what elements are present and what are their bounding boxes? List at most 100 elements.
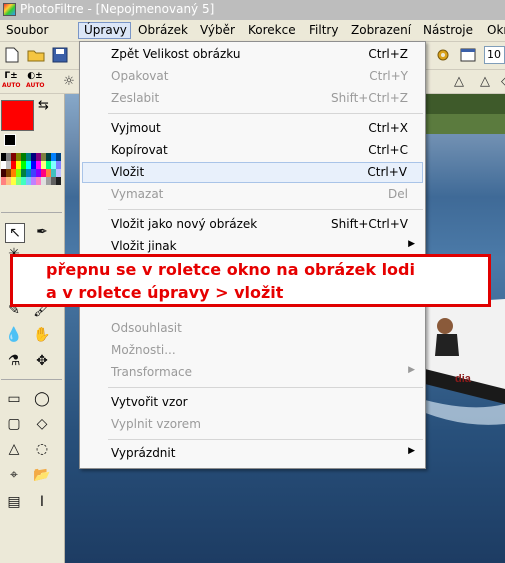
brightness-icon[interactable]: ☼ bbox=[59, 71, 79, 91]
lasso-icon[interactable]: ◌ bbox=[33, 440, 51, 458]
submenu-arrow-icon: ▶ bbox=[408, 239, 415, 249]
window-icon[interactable] bbox=[458, 45, 478, 65]
menu-item-label: Odsouhlasit bbox=[111, 321, 182, 335]
menu-item-label: Zpět Velikost obrázku bbox=[111, 47, 241, 61]
select-all-icon[interactable]: ▤ bbox=[5, 493, 23, 511]
menu-item-label: Vyjmout bbox=[111, 121, 161, 135]
palette-divider bbox=[1, 212, 62, 213]
rectangle-select-icon[interactable]: ▭ bbox=[5, 390, 23, 408]
menu-bar: Soubor Úpravy Obrázek Výběr Korekce Filt… bbox=[0, 20, 505, 42]
menu-item-shortcut: Ctrl+Y bbox=[369, 69, 408, 83]
menu-item-label: Vyprázdnit bbox=[111, 446, 176, 460]
menu-item-purge[interactable]: Vyprázdnit ▶ bbox=[82, 443, 423, 464]
gear-icon[interactable] bbox=[433, 45, 453, 65]
annotation-line-1: přepnu se v roletce okno na obrázek lodi bbox=[46, 260, 415, 279]
save-icon[interactable] bbox=[50, 45, 70, 65]
menu-separator bbox=[108, 209, 423, 210]
menu-item-cut[interactable]: Vyjmout Ctrl+X bbox=[82, 118, 423, 139]
menu-item-label: Možnosti... bbox=[111, 343, 176, 357]
menu-item-shortcut: Ctrl+Z bbox=[368, 47, 408, 61]
polygon-icon[interactable]: ⌖ bbox=[5, 466, 23, 484]
auto-label-2: AUTO bbox=[26, 82, 45, 89]
menu-separator bbox=[108, 387, 423, 388]
eyedropper-icon[interactable]: ✒ bbox=[33, 223, 51, 241]
menu-nastroje[interactable]: Nástroje bbox=[418, 22, 478, 39]
color-swatch[interactable] bbox=[56, 161, 61, 169]
pointer-tool-icon[interactable]: ↖ bbox=[5, 223, 25, 243]
app-icon bbox=[3, 3, 16, 16]
menu-item-label: Vyplnit vzorem bbox=[111, 417, 201, 431]
blur-icon[interactable]: ◇ bbox=[496, 71, 505, 91]
foreground-color[interactable] bbox=[1, 100, 34, 131]
open-folder-icon[interactable] bbox=[26, 45, 46, 65]
text-cursor-icon[interactable]: Ⅰ bbox=[33, 493, 51, 511]
stamp-icon[interactable]: ⚗ bbox=[5, 352, 23, 370]
menu-soubor[interactable]: Soubor bbox=[1, 22, 53, 39]
drop-icon[interactable]: △ bbox=[475, 71, 495, 91]
menu-item-shortcut: Ctrl+V bbox=[367, 165, 407, 179]
sharpen-icon[interactable]: △ bbox=[449, 71, 469, 91]
menu-item-shortcut: Ctrl+X bbox=[368, 121, 408, 135]
menu-item-paste[interactable]: Vložit Ctrl+V bbox=[82, 162, 423, 183]
menu-item-shortcut: Ctrl+C bbox=[368, 143, 408, 157]
menu-item-define-pattern[interactable]: Vytvořit vzor bbox=[82, 392, 423, 413]
color-swatch[interactable] bbox=[56, 169, 61, 177]
menu-item-options: Možnosti... bbox=[82, 340, 423, 361]
boat-brand-text: dia bbox=[455, 373, 472, 385]
triangle-icon[interactable]: △ bbox=[5, 440, 23, 458]
menu-obrazek[interactable]: Obrázek bbox=[133, 22, 193, 39]
annotation-box: přepnu se v roletce okno na obrázek lodi… bbox=[10, 254, 491, 307]
menu-item-transform: Transformace ▶ bbox=[82, 362, 423, 383]
move-icon[interactable]: ✥ bbox=[33, 352, 51, 370]
tool-palette: ⇆ ↖ ✒ ✳ ✎ 🖌 💧 ✋ ⚗ ✥ ▭ ◯ ▢ ◇ △ ◌ ⌖ 📂 ▤ Ⅰ bbox=[0, 94, 65, 563]
menu-item-undo[interactable]: Zpět Velikost obrázku Ctrl+Z bbox=[82, 44, 423, 65]
menu-separator bbox=[108, 113, 423, 114]
menu-item-validate: Odsouhlasit bbox=[82, 318, 423, 339]
title-bar: PhotoFiltre - [Nepojmenovaný 5] bbox=[0, 0, 505, 20]
menu-item-shortcut: Shift+Ctrl+Z bbox=[331, 91, 408, 105]
auto-label-1: AUTO bbox=[2, 82, 21, 89]
open-shape-icon[interactable]: 📂 bbox=[33, 466, 51, 484]
menu-okno[interactable]: Okr bbox=[482, 22, 505, 39]
auto-contrast-button[interactable]: ◐± AUTO bbox=[26, 72, 45, 91]
menu-item-fill-pattern: Vyplnit vzorem bbox=[82, 414, 423, 435]
blur-drop-icon[interactable]: 💧 bbox=[5, 326, 23, 344]
default-colors-icon[interactable] bbox=[4, 134, 16, 146]
menu-item-label: Vložit jako nový obrázek bbox=[111, 217, 258, 231]
menu-vyber[interactable]: Výběr bbox=[195, 22, 240, 39]
menu-separator bbox=[108, 439, 423, 440]
rounded-rect-icon[interactable]: ▢ bbox=[5, 415, 23, 433]
color-swatch[interactable] bbox=[56, 177, 61, 185]
menu-item-label: Opakovat bbox=[111, 69, 169, 83]
menu-filtry[interactable]: Filtry bbox=[304, 22, 343, 39]
menu-korekce[interactable]: Korekce bbox=[243, 22, 301, 39]
menu-item-redo: Opakovat Ctrl+Y bbox=[82, 66, 423, 87]
menu-item-fade: Zeslabit Shift+Ctrl+Z bbox=[82, 88, 423, 109]
menu-upravy[interactable]: Úpravy bbox=[78, 22, 131, 39]
swap-colors-icon[interactable]: ⇆ bbox=[38, 98, 49, 113]
annotation-line-2: a v roletce úpravy > vložit bbox=[46, 283, 284, 302]
auto-levels-button[interactable]: Γ± AUTO bbox=[2, 72, 21, 91]
finger-icon[interactable]: ✋ bbox=[33, 326, 51, 344]
menu-item-label: Zeslabit bbox=[111, 91, 160, 105]
ellipse-select-icon[interactable]: ◯ bbox=[33, 390, 51, 408]
menu-item-label: Vložit jinak bbox=[111, 239, 177, 253]
menu-item-copy[interactable]: Kopírovat Ctrl+C bbox=[82, 140, 423, 161]
submenu-arrow-icon: ▶ bbox=[408, 365, 415, 375]
menu-item-label: Vymazat bbox=[111, 187, 164, 201]
color-swatch[interactable] bbox=[56, 153, 61, 161]
new-file-icon[interactable] bbox=[2, 45, 22, 65]
diamond-icon[interactable]: ◇ bbox=[33, 415, 51, 433]
window-title: PhotoFiltre - [Nepojmenovaný 5] bbox=[20, 2, 215, 16]
menu-item-shortcut: Shift+Ctrl+V bbox=[331, 217, 408, 231]
color-swatches bbox=[1, 153, 61, 185]
menu-item-shortcut: Del bbox=[388, 187, 408, 201]
menu-zobrazeni[interactable]: Zobrazení bbox=[346, 22, 416, 39]
menu-item-label: Kopírovat bbox=[111, 143, 168, 157]
submenu-arrow-icon: ▶ bbox=[408, 446, 415, 456]
palette-divider-2 bbox=[1, 379, 62, 380]
menu-item-delete: Vymazat Del bbox=[82, 184, 423, 205]
zoom-field[interactable]: 10 bbox=[484, 46, 505, 64]
menu-item-paste-as-new[interactable]: Vložit jako nový obrázek Shift+Ctrl+V bbox=[82, 214, 423, 235]
menu-item-label: Vložit bbox=[111, 165, 145, 179]
